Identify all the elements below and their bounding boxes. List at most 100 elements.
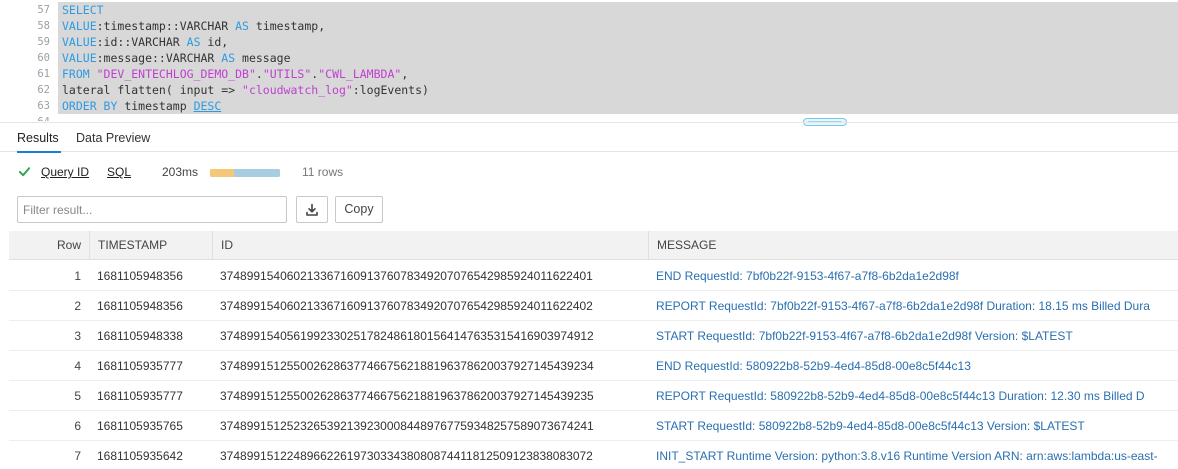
filter-result-input[interactable] [17, 196, 287, 223]
column-header-message[interactable]: MESSAGE [648, 231, 1178, 260]
check-icon [18, 167, 31, 177]
cell-row[interactable]: 7 [9, 441, 89, 469]
code-token: AS [221, 51, 236, 65]
table-row[interactable]: 4 1681105935777 37489915125500262863774667… [9, 351, 1178, 381]
code-token: , [401, 67, 409, 81]
cell-id[interactable]: 3748991512550026286377466756218819637862… [212, 381, 648, 411]
code-token: timestamp [124, 99, 194, 113]
code-token: timestamp, [248, 19, 326, 33]
query-info-bar: Query ID SQL 203ms 11 rows [0, 160, 1178, 186]
line-number: 62 [37, 84, 50, 96]
cell-id[interactable]: 3748991540602133671609137607834920707654… [212, 261, 648, 291]
cell-id[interactable]: 3748991540602133671609137607834920707654… [212, 291, 648, 321]
line-number: 63 [37, 100, 50, 112]
code-text: VALUE:id::VARCHAR AS id, [62, 34, 228, 50]
cell-message[interactable]: END RequestId: 7bf0b22f-9153-4f67-a7f8-6… [648, 261, 1178, 291]
code-text: VALUE:timestamp::VARCHAR AS timestamp, [62, 18, 325, 34]
copy-button[interactable]: Copy [335, 196, 383, 223]
code-line[interactable]: 64 [0, 114, 1178, 121]
column-header-timestamp[interactable]: TIMESTAMP [89, 231, 212, 260]
line-number: 60 [37, 52, 50, 64]
code-line[interactable]: 61 FROM "DEV_ENTECHLOG_DEMO_DB"."UTILS"."… [0, 66, 1178, 82]
code-token: :timestamp::VARCHAR [96, 19, 236, 33]
duration-bar [210, 169, 280, 177]
cell-timestamp[interactable]: 1681105935777 [89, 381, 212, 411]
cell-id[interactable]: 3748991540561992330251782486180156414763… [212, 321, 648, 351]
code-token: :id::VARCHAR [96, 35, 187, 49]
cell-message[interactable]: START RequestId: 7bf0b22f-9153-4f67-a7f8… [648, 321, 1178, 351]
cell-id[interactable]: 3748991512523265392139230008448976775934… [212, 411, 648, 441]
code-line[interactable]: 63 ORDER BY timestamp DESC [0, 98, 1178, 114]
cell-row[interactable]: 5 [9, 381, 89, 411]
results-table: Row TIMESTAMP ID MESSAGE 1 1681105948356 3… [9, 231, 1178, 469]
table-row[interactable]: 6 1681105935765 37489915125232653921392300… [9, 411, 1178, 441]
selection-highlight [58, 98, 1178, 114]
line-number: 59 [37, 36, 50, 48]
cell-row[interactable]: 3 [9, 321, 89, 351]
code-token: "UTILS" [262, 67, 312, 81]
cell-message[interactable]: REPORT RequestId: 7bf0b22f-9153-4f67-a7f… [648, 291, 1178, 321]
row-count: 11 rows [302, 165, 344, 179]
cell-timestamp[interactable]: 1681105948356 [89, 291, 212, 321]
cell-id[interactable]: 3748991512248966226197303343808087441181… [212, 441, 648, 469]
code-token: "CWL_LAMBDA" [318, 67, 402, 81]
code-token: message [235, 51, 291, 65]
cell-row[interactable]: 4 [9, 351, 89, 381]
line-number: 64 [0, 114, 50, 121]
code-token: id, [200, 35, 229, 49]
column-header-id[interactable]: ID [212, 231, 648, 260]
cell-timestamp[interactable]: 1681105935777 [89, 351, 212, 381]
sql-editor[interactable]: 57 SELECT 58 VALUE:timestamp::VARCHAR AS ti… [0, 0, 1178, 121]
cell-timestamp[interactable]: 1681105948356 [89, 261, 212, 291]
cell-row[interactable]: 6 [9, 411, 89, 441]
code-token: ORDER BY [62, 99, 125, 113]
column-header-row[interactable]: Row [9, 231, 89, 260]
line-number: 61 [37, 68, 50, 80]
code-text: ORDER BY timestamp DESC [62, 98, 221, 114]
download-button[interactable] [296, 196, 328, 223]
cell-row[interactable]: 2 [9, 291, 89, 321]
code-token: "DEV_ENTECHLOG_DEMO_DB" [96, 67, 256, 81]
table-row[interactable]: 2 1681105948356 37489915406021336716091376… [9, 291, 1178, 321]
download-icon [306, 203, 318, 216]
code-text: lateral flatten( input => "cloudwatch_lo… [62, 82, 429, 98]
cell-id[interactable]: 3748991512550026286377466756218819637862… [212, 351, 648, 381]
code-token: FROM [62, 67, 97, 81]
code-line[interactable]: 62 lateral flatten( input => "cloudwatch_… [0, 82, 1178, 98]
code-token: "cloudwatch_log" [242, 83, 353, 97]
tab-data-preview[interactable]: Data Preview [76, 123, 156, 153]
cell-row[interactable]: 1 [9, 261, 89, 291]
code-token: lateral flatten( input => [62, 83, 243, 97]
line-number: 58 [37, 20, 50, 32]
code-token: DESC [193, 99, 222, 113]
result-tabs: Results Data Preview [0, 122, 1178, 153]
cell-message[interactable]: INIT_START Runtime Version: python:3.8.v… [648, 441, 1178, 469]
code-token: VALUE [62, 35, 97, 49]
code-token: VALUE [62, 19, 97, 33]
code-token: :logEvents) [352, 83, 429, 97]
table-row[interactable]: 5 1681105935777 37489915125500262863774667… [9, 381, 1178, 411]
cell-message[interactable]: START RequestId: 580922b8-52b9-4ed4-85d8… [648, 411, 1178, 441]
selection-highlight [58, 2, 1178, 18]
sql-link[interactable]: SQL [107, 165, 131, 179]
cell-timestamp[interactable]: 1681105948338 [89, 321, 212, 351]
code-text: VALUE:message::VARCHAR AS message [62, 50, 291, 66]
code-token: AS [186, 35, 201, 49]
code-line[interactable]: 60 VALUE:message::VARCHAR AS message [0, 50, 1178, 66]
cell-message[interactable]: REPORT RequestId: 580922b8-52b9-4ed4-85d… [648, 381, 1178, 411]
table-row[interactable]: 1 1681105948356 37489915406021336716091376… [9, 261, 1178, 291]
table-header: Row TIMESTAMP ID MESSAGE [9, 231, 1178, 260]
code-line[interactable]: 58 VALUE:timestamp::VARCHAR AS timestamp, [0, 18, 1178, 34]
tab-results[interactable]: Results [17, 123, 61, 153]
code-line[interactable]: 59 VALUE:id::VARCHAR AS id, [0, 34, 1178, 50]
query-duration: 203ms [162, 165, 199, 179]
table-row[interactable]: 7 1681105935642 37489915122489662261973033… [9, 441, 1178, 469]
cell-message[interactable]: END RequestId: 580922b8-52b9-4ed4-85d8-0… [648, 351, 1178, 381]
table-row[interactable]: 3 1681105948338 37489915405619923302517824… [9, 321, 1178, 351]
code-line[interactable]: 57 SELECT [0, 2, 1178, 18]
cell-timestamp[interactable]: 1681105935765 [89, 411, 212, 441]
query-id-link[interactable]: Query ID [41, 165, 89, 179]
code-text: FROM "DEV_ENTECHLOG_DEMO_DB"."UTILS"."CW… [62, 66, 408, 82]
cell-timestamp[interactable]: 1681105935642 [89, 441, 212, 469]
code-token: VALUE [62, 51, 97, 65]
